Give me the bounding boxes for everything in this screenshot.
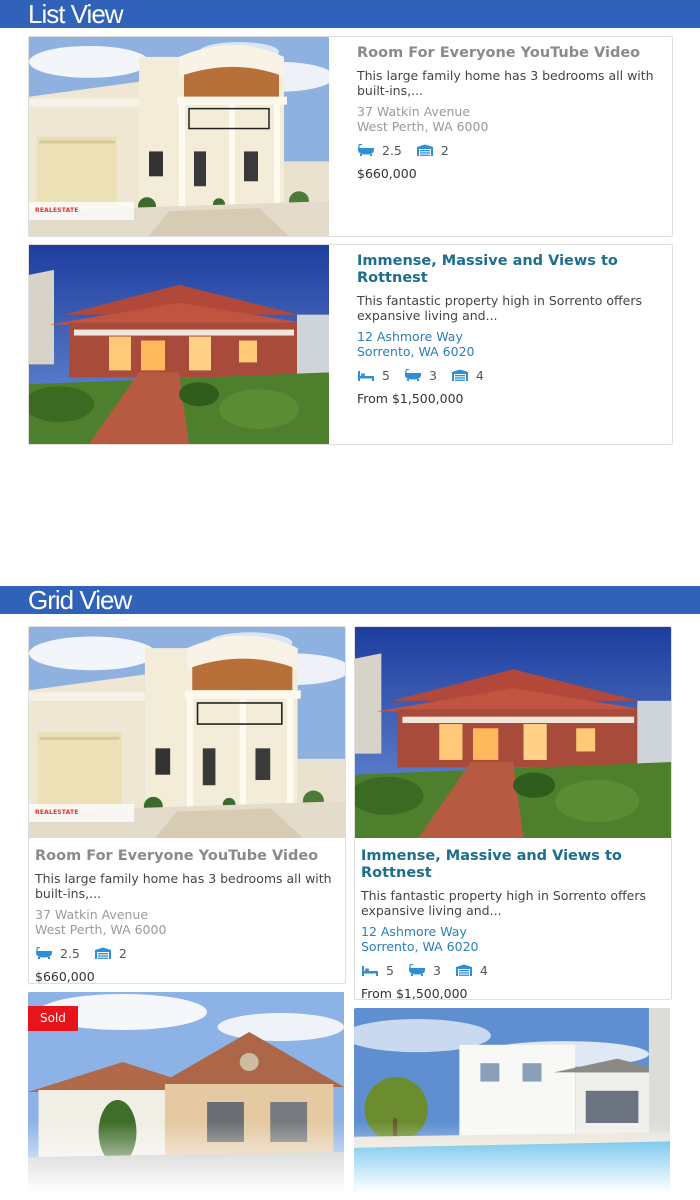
listing-price: From $1,500,000 [361,986,468,1000]
bed-icon [357,369,375,381]
list-view-heading: List View [0,0,700,28]
listing-title[interactable]: Immense, Massive and Views to Rottnest [361,848,665,882]
listing-price: $660,000 [357,166,417,181]
list-listing-card-2[interactable]: Immense, Massive and Views to Rottnest T… [28,244,673,445]
garage-icon [455,964,473,976]
bath-count: 2.5 [382,142,402,158]
address-line-2: West Perth, WA 6000 [357,119,489,134]
grid-listing-card-4[interactable] [354,1008,672,1192]
garage-icon [416,144,434,156]
grid-listing-card-2[interactable]: Immense, Massive and Views to Rottnest T… [354,626,672,1000]
garage-count: 4 [479,962,488,978]
listing-photo[interactable]: REALESTATE [29,37,329,236]
agency-watermark: REALESTATE [29,202,134,220]
listing-features: 5 3 4 [361,962,665,978]
address-line-1: 37 Watkin Avenue [357,104,471,119]
bed-count: 5 [386,962,394,978]
bath-icon [404,369,422,381]
listing-title[interactable]: Immense, Massive and Views to Rottnest [357,253,669,287]
address-line-1[interactable]: 12 Ashmore Way [361,924,665,939]
garage-icon [451,369,469,381]
listing-description: This large family home has 3 bedrooms al… [357,68,654,98]
listing-photo[interactable] [29,245,329,444]
listing-price: From $1,500,000 [357,391,464,406]
bath-count: 2.5 [60,945,80,961]
address-line-2[interactable]: Sorrento, WA 6020 [361,939,665,954]
photo-fade-overlay [354,1122,670,1192]
listing-photo[interactable] [355,627,671,838]
garage-icon [94,947,112,959]
house-photo [29,245,329,444]
listing-description: This fantastic property high in Sorrento… [357,293,642,323]
house-photo [355,627,671,838]
garage-count: 2 [118,945,127,961]
address-line-1[interactable]: 12 Ashmore Way [357,329,669,344]
agency-watermark: REALESTATE [29,804,134,822]
garage-count: 2 [440,142,449,158]
listing-features: 5 3 4 [357,367,669,383]
listing-description: This large family home has 3 bedrooms al… [35,871,332,901]
listing-photo[interactable]: REALESTATE [29,627,345,838]
listing-title[interactable]: Room For Everyone YouTube Video [35,848,339,865]
listing-price: $660,000 [35,969,95,984]
listing-features: 2.5 2 [357,142,669,158]
address-line-1: 37 Watkin Avenue [35,907,149,922]
address-line-2[interactable]: Sorrento, WA 6020 [357,344,669,359]
listing-title[interactable]: Room For Everyone YouTube Video [357,45,669,62]
bath-icon [408,964,426,976]
grid-listing-card-3[interactable]: Sold [28,992,346,1192]
bath-count: 3 [428,367,437,383]
bed-icon [361,964,379,976]
listing-description: This fantastic property high in Sorrento… [361,888,646,918]
list-listing-card-1[interactable]: REALESTATE Room For Everyone YouTube Vid… [28,36,673,237]
bath-icon [35,947,53,959]
bath-count: 3 [432,962,441,978]
bath-icon [357,144,375,156]
listing-features: 2.5 2 [35,945,339,961]
address-line-2: West Perth, WA 6000 [35,922,167,937]
bed-count: 5 [382,367,390,383]
grid-view-heading: Grid View [0,586,700,614]
photo-fade-overlay [28,1122,344,1192]
garage-count: 4 [475,367,484,383]
listing-photo[interactable] [354,1008,670,1192]
grid-listing-card-1[interactable]: REALESTATE Room For Everyone YouTube Vid… [28,626,346,984]
sold-badge: Sold [28,1006,78,1031]
